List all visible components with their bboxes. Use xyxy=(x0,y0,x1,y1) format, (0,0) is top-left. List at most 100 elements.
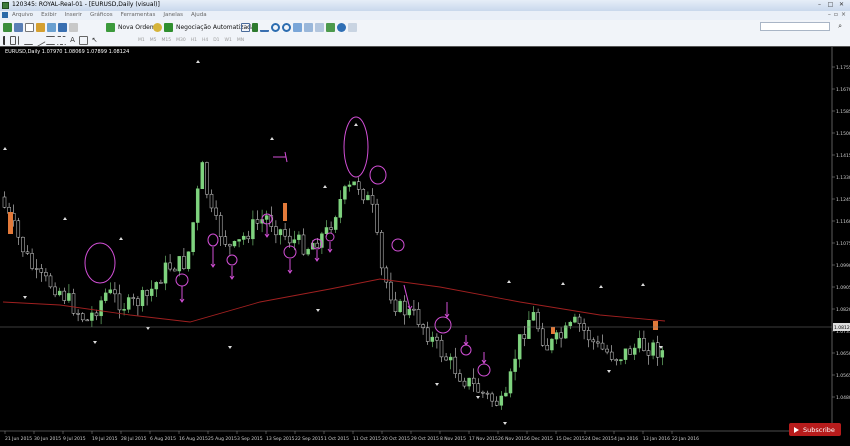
candle-body xyxy=(90,312,94,321)
candle-body xyxy=(600,342,605,350)
minimize-icon[interactable]: – xyxy=(815,1,824,9)
price-chart[interactable]: 1.1755 1.1670 1.1585 1.1500 1.1415 1.1330 1.12… xyxy=(0,47,850,446)
crosshair-icon[interactable] xyxy=(10,35,16,45)
timeframe-m5[interactable]: M5 xyxy=(150,38,157,43)
candle-body xyxy=(425,327,430,342)
candle-body xyxy=(205,162,209,195)
candle-body xyxy=(522,334,527,339)
menu-items: Arquivo Exibir Inserir Gráficos Ferramentas J… xyxy=(12,12,207,18)
candle-body xyxy=(126,297,131,310)
candle-body xyxy=(375,203,379,233)
timeframe-h4[interactable]: H4 xyxy=(202,38,208,43)
search-input[interactable] xyxy=(760,22,830,31)
price-tick-label: 1.0990 xyxy=(836,263,850,269)
vertical-line-icon[interactable] xyxy=(18,35,22,45)
menu-item-6[interactable]: Ajuda xyxy=(191,12,207,18)
annotation-mark xyxy=(273,151,288,163)
price-tick-label: 1.1075 xyxy=(836,241,850,247)
channel-icon[interactable] xyxy=(46,35,55,45)
candle-body xyxy=(186,251,191,269)
templates-icon[interactable] xyxy=(348,22,357,32)
candle-body xyxy=(467,377,471,387)
profiles-icon[interactable] xyxy=(14,22,23,32)
candle-body xyxy=(591,339,596,343)
candlestick-icon[interactable] xyxy=(252,22,258,32)
periods-icon[interactable] xyxy=(337,22,346,32)
close-icon[interactable]: ✕ xyxy=(837,1,846,9)
chart-shift-icon[interactable] xyxy=(315,22,324,32)
date-tick-label: 22 Sep 2015 xyxy=(295,436,324,442)
bar-chart-icon[interactable] xyxy=(241,22,250,32)
subscribe-button[interactable]: Subscribe xyxy=(789,423,841,436)
timeframe-m15[interactable]: M15 xyxy=(162,38,172,43)
candle-body xyxy=(577,316,582,324)
down-arrow-icon xyxy=(607,370,611,373)
timeframe-m1[interactable]: M1 xyxy=(138,38,145,43)
child-close-icon[interactable]: × xyxy=(841,11,846,18)
candle-body xyxy=(62,290,67,301)
date-tick-label: 22 Jan 2016 xyxy=(672,436,699,442)
candle-body xyxy=(352,181,356,186)
candle-body xyxy=(16,220,21,238)
menu-item-5[interactable]: Janelas xyxy=(163,12,183,18)
timeframe-mn[interactable]: MN xyxy=(237,38,244,43)
new-order-button[interactable]: Nova Ordem xyxy=(106,22,160,32)
menu-item-1[interactable]: Exibir xyxy=(41,12,57,18)
menu-item-0[interactable]: Arquivo xyxy=(12,12,33,18)
horizontal-line-icon[interactable] xyxy=(24,36,33,45)
fibonacci-icon[interactable] xyxy=(57,35,66,45)
menu-item-4[interactable]: Ferramentas xyxy=(121,12,156,18)
timeframe-h1[interactable]: H1 xyxy=(191,38,197,43)
date-tick-label: 8 Nov 2015 xyxy=(440,436,466,442)
candle-body xyxy=(435,336,439,341)
new-chart-icon[interactable] xyxy=(3,22,12,32)
candle-body xyxy=(573,316,577,323)
chart-window[interactable]: EURUSD,Daily 1.07970 1.08069 1.07899 1.0… xyxy=(0,46,850,446)
candle-body xyxy=(329,227,333,230)
data-window-icon[interactable] xyxy=(36,22,45,32)
tile-windows-icon[interactable] xyxy=(293,22,302,32)
candle-body xyxy=(605,348,609,353)
child-minimize-icon[interactable]: – xyxy=(828,11,831,18)
candle-body xyxy=(366,195,370,201)
arrows-icon[interactable]: ↖ xyxy=(90,36,99,45)
zoom-in-icon[interactable] xyxy=(271,22,280,32)
cursor-icon[interactable] xyxy=(3,35,8,45)
candle-body xyxy=(347,184,352,187)
timeframe-w1[interactable]: W1 xyxy=(225,38,232,43)
child-restore-icon[interactable]: ▫ xyxy=(834,11,838,18)
menu-item-2[interactable]: Inserir xyxy=(65,12,82,18)
zoom-out-icon[interactable] xyxy=(282,22,291,32)
menu-item-3[interactable]: Gráficos xyxy=(90,12,113,18)
candle-body xyxy=(149,288,154,296)
drawing-tools: A ↖ xyxy=(3,33,101,47)
up-arrow-icon xyxy=(3,147,7,150)
terminal-icon[interactable] xyxy=(58,22,67,32)
marker-box xyxy=(283,203,287,221)
candle-body xyxy=(25,251,30,254)
candle-body xyxy=(228,244,232,247)
candle-body xyxy=(527,320,531,339)
trendline-icon[interactable] xyxy=(33,33,46,47)
text-label-icon[interactable] xyxy=(79,35,88,45)
candle-body xyxy=(30,253,34,269)
maximize-icon[interactable]: □ xyxy=(826,1,835,9)
candle-body xyxy=(145,290,149,296)
line-chart-icon[interactable] xyxy=(260,23,269,32)
market-watch-icon[interactable] xyxy=(25,22,34,32)
navigator-icon[interactable] xyxy=(47,22,56,32)
indicators-icon[interactable] xyxy=(326,22,335,32)
candle-body xyxy=(283,229,287,237)
strategy-tester-icon[interactable] xyxy=(69,22,78,32)
date-tick-label: 4 Jan 2016 xyxy=(614,436,638,442)
timeframe-m30[interactable]: M30 xyxy=(176,38,186,43)
auto-scroll-icon[interactable] xyxy=(304,22,313,32)
marker-box xyxy=(653,321,658,330)
candle-body xyxy=(379,232,384,269)
candle-body xyxy=(545,345,550,351)
subscribe-label: Subscribe xyxy=(803,425,835,434)
timeframe-d1[interactable]: D1 xyxy=(213,38,219,43)
date-tick-label: 16 Aug 2015 xyxy=(179,436,208,442)
search-icon[interactable]: ⌕ xyxy=(838,22,842,31)
text-tool-icon[interactable]: A xyxy=(68,36,77,45)
